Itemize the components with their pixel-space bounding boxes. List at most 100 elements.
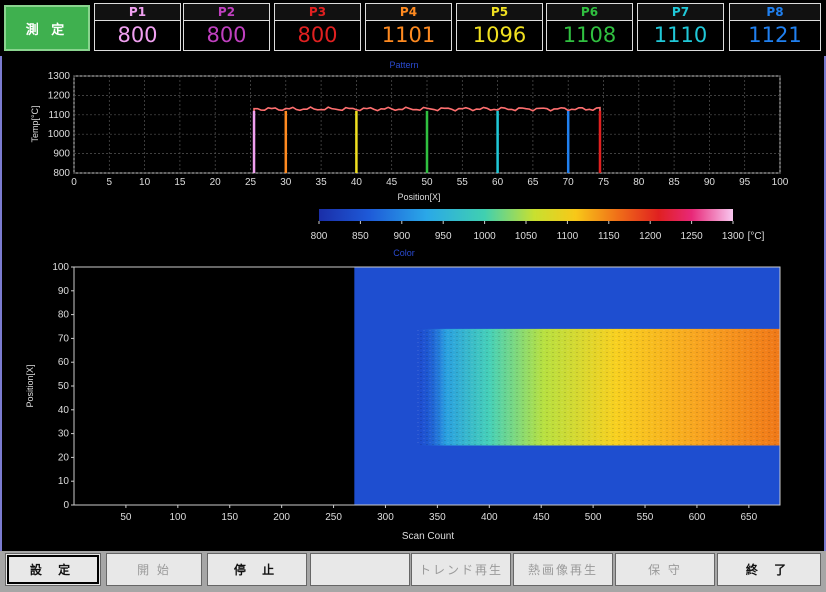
channel-p5-label: P5 [456, 3, 543, 20]
pattern-x-tick-label: 60 [492, 177, 504, 188]
color-x-tick-label: 150 [221, 512, 238, 523]
colorbar-tick-label: 800 [311, 231, 328, 242]
chart-area: Pattern 800 900 1000 1100 1200 1300 0 5 10 15 20 2… [0, 56, 826, 554]
channel-p4-value: 1101 [365, 20, 452, 51]
pattern-chart-title: Pattern [389, 60, 418, 70]
pattern-x-tick-label: 5 [107, 177, 113, 188]
colorbar-tick-label: 1100 [557, 231, 579, 242]
trend-playback-button[interactable]: トレンド再生 [411, 553, 511, 586]
channel-p2-value: 800 [183, 20, 270, 51]
channel-p8: P8 1121 [729, 3, 821, 53]
color-y-tick-label: 30 [58, 429, 70, 440]
color-x-tick-label: 650 [741, 512, 758, 523]
channel-p1-value: 800 [94, 20, 181, 51]
channel-p1: P1 800 [94, 3, 181, 53]
colorbar-tick-label: 1300 [722, 231, 745, 242]
colorbar-tick-label: 1150 [598, 231, 620, 242]
channel-p5: P5 1096 [456, 3, 543, 53]
color-x-tick-label: 500 [585, 512, 602, 523]
pattern-x-tick-label: 30 [280, 177, 292, 188]
channel-p2-label: P2 [183, 3, 270, 20]
channel-p1-label: P1 [94, 3, 181, 20]
settings-button[interactable]: 設 定 [5, 553, 101, 586]
color-x-tick-label: 550 [637, 512, 654, 523]
pattern-x-tick-label: 100 [772, 177, 789, 188]
pattern-y-tick-label: 1100 [48, 110, 70, 121]
color-y-tick-label: 100 [52, 262, 69, 273]
color-y-tick-label: 20 [58, 452, 70, 463]
pattern-x-ticks: 0 5 10 15 20 25 30 35 40 45 50 55 60 65 70 75 80 85 90 95 10… [71, 177, 789, 188]
color-y-tick-label: 70 [58, 333, 70, 344]
pattern-x-tick-label: 35 [316, 177, 328, 188]
exit-button[interactable]: 終 了 [717, 553, 821, 586]
channel-p7-value: 1110 [637, 20, 724, 51]
pattern-x-tick-label: 95 [739, 177, 751, 188]
pattern-y-label: Temp[°C] [30, 105, 40, 142]
color-chart-title: Color [393, 248, 415, 258]
colorbar-tick-label: 850 [352, 231, 369, 242]
channel-p2: P2 800 [183, 3, 270, 53]
pattern-x-tick-label: 0 [71, 177, 77, 188]
maintenance-button[interactable]: 保 守 [615, 553, 715, 586]
pattern-x-tick-label: 55 [457, 177, 469, 188]
color-y-tick-label: 60 [58, 357, 70, 368]
pattern-y-tick-label: 1300 [48, 71, 71, 82]
pattern-x-tick-label: 20 [210, 177, 222, 188]
pattern-x-tick-label: 10 [139, 177, 151, 188]
channel-p8-label: P8 [729, 3, 821, 20]
channel-p7-label: P7 [637, 3, 724, 20]
pattern-x-tick-label: 40 [351, 177, 363, 188]
color-x-tick-label: 600 [689, 512, 706, 523]
color-x-tick-label: 250 [325, 512, 342, 523]
channel-p5-value: 1096 [456, 20, 543, 51]
color-x-tick-label: 100 [169, 512, 186, 523]
pattern-y-tick-label: 800 [53, 168, 70, 179]
color-y-tick-label: 80 [58, 310, 70, 321]
pattern-x-tick-label: 90 [704, 177, 716, 188]
pattern-x-tick-label: 15 [174, 177, 186, 188]
pattern-x-tick-label: 80 [633, 177, 645, 188]
pattern-x-label: Position[X] [397, 192, 440, 202]
pattern-x-tick-label: 75 [598, 177, 610, 188]
color-y-ticks: 0 10 20 30 40 50 60 70 80 90 100 [52, 262, 74, 511]
color-y-tick-label: 50 [58, 381, 70, 392]
channel-p6-value: 1108 [546, 20, 633, 51]
pattern-x-tick-label: 85 [669, 177, 681, 188]
colorbar-tick-label: 1000 [473, 231, 496, 242]
color-x-tick-label: 50 [120, 512, 132, 523]
channel-p4: P4 1101 [365, 3, 452, 53]
color-y-tick-label: 90 [58, 286, 70, 297]
stop-button[interactable]: 停 止 [207, 553, 307, 586]
start-button[interactable]: 開 始 [106, 553, 202, 586]
channel-p3: P3 800 [274, 3, 361, 53]
channel-p6-label: P6 [546, 3, 633, 20]
channel-p7: P7 1110 [637, 3, 724, 53]
color-x-tick-label: 400 [481, 512, 498, 523]
pattern-x-tick-label: 70 [563, 177, 575, 188]
color-x-tick-label: 350 [429, 512, 446, 523]
top-bar: 測 定 P1 800 P2 800 P3 800 P4 1101 P5 1096… [0, 0, 826, 56]
color-x-tick-label: 450 [533, 512, 550, 523]
color-x-tick-label: 300 [377, 512, 394, 523]
colorbar-unit: [°C] [748, 231, 765, 242]
channel-p4-label: P4 [365, 3, 452, 20]
thermal-image-playback-button[interactable]: 熱画像再生 [513, 553, 613, 586]
color-x-tick-label: 200 [273, 512, 290, 523]
heatmap-texture [416, 328, 780, 446]
channel-p3-value: 800 [274, 20, 361, 51]
pattern-x-tick-label: 50 [421, 177, 433, 188]
color-y-tick-label: 10 [58, 476, 70, 487]
pattern-y-ticks: 800 900 1000 1100 1200 1300 [48, 71, 71, 179]
pattern-y-tick-label: 900 [53, 149, 70, 160]
blank-button[interactable] [310, 553, 410, 586]
pattern-x-tick-label: 65 [527, 177, 539, 188]
colorbar-tick-label: 1250 [680, 231, 703, 242]
color-x-ticks: 50 100 150 200 250 300 350 400 450 500 550 600 650 [120, 505, 758, 523]
colorbar-ticks: 800 850 900 950 1000 1050 1100 1150 1200 1250 1300 [311, 221, 745, 242]
channel-p6: P6 1108 [546, 3, 633, 53]
measure-button[interactable]: 測 定 [4, 5, 90, 51]
pattern-x-tick-label: 45 [386, 177, 398, 188]
colorbar-tick-label: 950 [435, 231, 452, 242]
colorbar-tick-label: 900 [393, 231, 410, 242]
color-y-label: Position[X] [25, 364, 35, 407]
